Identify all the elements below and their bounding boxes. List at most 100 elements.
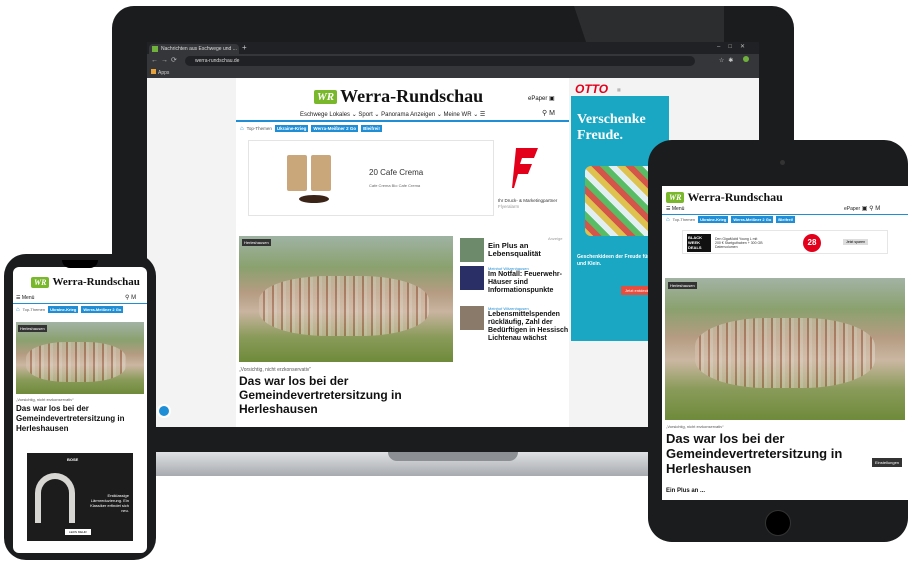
profile-avatar[interactable] xyxy=(743,56,749,62)
phone-screen: WR Werra-Rundschau ☰ Menü ⚲ M ⌂ Top-Theme… xyxy=(13,267,147,553)
otto-sub-logo: ▦ xyxy=(617,87,621,92)
epaper-icon: ▣ xyxy=(861,206,868,212)
tablet-camera xyxy=(780,160,785,165)
gift-image xyxy=(585,166,655,236)
side-text: Meinhof Witzenhausen Lebensmittelspenden … xyxy=(488,306,570,343)
nav-item-meine-wr[interactable]: Meine WR ⌄ xyxy=(444,112,479,118)
logo-text: Werra-Rundschau xyxy=(687,190,783,204)
hero-kicker: „Vorsichtig, nicht erzkonservativ“ xyxy=(239,367,311,373)
new-tab-icon[interactable]: + xyxy=(242,43,247,52)
side-headline: Im Notfall: Feuerwehr-Häuser sind Inform… xyxy=(488,271,562,294)
extensions-icon[interactable]: ☆✱ xyxy=(719,56,749,64)
phone-hero-kicker: „Vorsichtig, nicht erzkonservativ“ xyxy=(16,397,74,402)
tablet-bottom-headline[interactable]: Ein Plus an ... xyxy=(666,488,705,494)
black-week-button[interactable]: Jetzt sparen xyxy=(843,239,869,245)
coffee-bag-image xyxy=(311,155,331,191)
device-mockup-scene: Nachrichten aus Eschwege und ... + –□✕ ←… xyxy=(0,0,908,561)
bose-ad-button[interactable]: LERN MEHR xyxy=(65,529,91,535)
apps-icon xyxy=(151,69,156,74)
topic-werra-meissner[interactable]: Werra-Meißner 2 Go xyxy=(81,306,124,313)
headphone-icon xyxy=(35,473,75,523)
flyeralarm-logo-icon xyxy=(512,148,538,188)
village-houses xyxy=(26,342,126,382)
black-week-badge: BLACK WEEK DEALS xyxy=(687,234,711,252)
side-headline: Lebensmittelspenden rückläufig, Zahl der… xyxy=(488,311,569,342)
hero-image[interactable] xyxy=(239,236,453,362)
nav-item-lokales[interactable]: Lokales ⌄ xyxy=(329,112,356,118)
mail-icon[interactable]: M xyxy=(549,110,555,117)
mail-icon[interactable]: M xyxy=(875,206,880,212)
phone-divider xyxy=(13,303,147,304)
coffee-bag-image xyxy=(287,155,307,191)
topic-ukraine[interactable]: Ukraine-Krieg xyxy=(698,216,729,223)
nav-buttons-icon[interactable]: ←→⟳ xyxy=(151,56,180,64)
tablet-home-button[interactable] xyxy=(765,510,791,536)
phone-tools: ⚲ M xyxy=(125,294,136,301)
otto-logo[interactable]: OTTO xyxy=(575,82,608,96)
nav-item-panorama[interactable]: Panorama xyxy=(381,112,409,118)
advertiser-text: Ihr Druck- & Marketingpartner Flyeralarm xyxy=(498,198,558,210)
hamburger-icon: ☰ xyxy=(16,295,21,301)
tablet-hero-headline[interactable]: Das war los bei der Gemeindevertretersit… xyxy=(666,431,866,476)
url-field[interactable]: werra-rundschau.de xyxy=(185,56,695,66)
topic-ukraine[interactable]: Ukraine-Krieg xyxy=(48,306,79,313)
advertiser-sub: Flyeralarm xyxy=(498,204,520,209)
topic-bleifrei[interactable]: Bleifrei! xyxy=(361,125,382,132)
topics-label: Top-Themen xyxy=(246,126,272,131)
coffee-ad[interactable]: 20 Cafe Crema Cafe Crema Bio Cafe Crema xyxy=(248,140,494,216)
phone-hero-headline[interactable]: Das war los bei der Gemeindevertretersit… xyxy=(16,404,136,434)
search-icon[interactable]: ⚲ xyxy=(125,295,129,301)
mail-icon[interactable]: M xyxy=(131,295,136,301)
coffee-ad-title: 20 Cafe Crema xyxy=(369,168,424,177)
tablet-topics-bar: ⌂ Top-Themen Ukraine-Krieg Werra-Meißner… xyxy=(666,216,796,223)
bookmarks-bar: Apps xyxy=(147,68,759,78)
topic-ukraine[interactable]: Ukraine-Krieg xyxy=(274,125,309,132)
phone-site-logo[interactable]: WR Werra-Rundschau xyxy=(31,276,140,288)
hero-label: Herleshausen xyxy=(242,239,271,246)
search-icon[interactable]: ⚲ xyxy=(542,110,547,117)
phone-hero-image[interactable] xyxy=(16,322,144,394)
topic-werra-meissner[interactable]: Werra-Meißner 2 Go xyxy=(731,216,774,223)
hamburger-icon[interactable]: ☰ xyxy=(480,112,485,118)
topics-bar: ⌂ Top-Themen Ukraine-Krieg Werra-Meißner… xyxy=(240,125,382,132)
logo-badge: WR xyxy=(314,89,338,104)
tablet-hero-image[interactable] xyxy=(665,278,905,420)
topic-werra-meissner[interactable]: Werra-Meißner 2 Go xyxy=(311,125,359,132)
phone-menu-button[interactable]: ☰ Menü xyxy=(16,295,34,301)
site-logo[interactable]: WR Werra-Rundschau xyxy=(314,86,483,107)
otto-ad-title: Verschenke Freude. xyxy=(577,112,646,143)
window-controls-icon[interactable]: –□✕ xyxy=(717,43,753,50)
home-icon[interactable]: ⌂ xyxy=(16,307,20,313)
coffee-ad-subtitle: Cafe Crema Bio Cafe Crema xyxy=(369,183,421,188)
logo-badge: WR xyxy=(31,276,50,288)
menu-label: Menü xyxy=(21,295,35,301)
topics-label: Top-Themen xyxy=(22,307,46,312)
village-houses xyxy=(259,276,429,336)
hero-headline[interactable]: Das war los bei der Gemeindevertretersit… xyxy=(239,374,439,416)
black-week-number: 28 xyxy=(803,234,821,252)
nav-item-anzeigen[interactable]: Anzeigen ⌄ xyxy=(410,112,442,118)
tablet-site-logo[interactable]: WR Werra-Rundschau xyxy=(666,190,783,205)
home-icon[interactable]: ⌂ xyxy=(666,217,670,223)
side-thumb xyxy=(460,238,484,262)
browser-tab[interactable]: Nachrichten aus Eschwege und ... xyxy=(149,44,239,54)
laptop-notch xyxy=(388,452,518,461)
tab-title: Nachrichten aus Eschwege und ... xyxy=(161,46,237,52)
tablet-menu-button[interactable]: ☰ Menü xyxy=(666,206,684,212)
epaper-link[interactable]: ePaper ▣ xyxy=(528,95,555,102)
bookmark-apps[interactable]: Apps xyxy=(158,70,169,76)
chat-bubble-icon[interactable] xyxy=(157,404,171,418)
bose-ad[interactable]: BOSE Erstklassige Lärmreduzierung. Ein K… xyxy=(27,453,133,541)
nav-item-eschwege[interactable]: Eschwege xyxy=(300,112,328,118)
tablet-settings-button[interactable]: Einstellungen xyxy=(872,458,903,467)
browser-address-bar: ←→⟳ werra-rundschau.de ☆✱ xyxy=(147,54,759,68)
logo-text: Werra-Rundschau xyxy=(340,86,484,106)
search-icon[interactable]: ⚲ xyxy=(869,206,873,212)
nav-item-sport[interactable]: Sport ⌄ xyxy=(358,112,379,118)
topic-bleifrei[interactable]: Bleifrei! xyxy=(776,216,796,223)
epaper-label[interactable]: ePaper xyxy=(844,206,860,212)
phone-notch xyxy=(62,260,98,268)
home-icon[interactable]: ⌂ xyxy=(240,126,244,132)
nav-divider xyxy=(236,120,569,122)
black-week-ad[interactable]: BLACK WEEK DEALS Den GigaMobil Young L m… xyxy=(682,230,888,254)
